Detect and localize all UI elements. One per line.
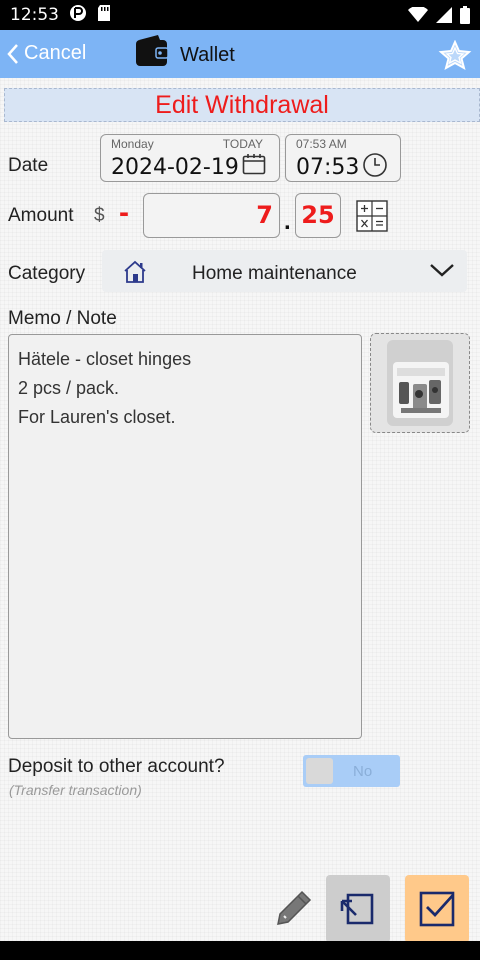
memo-line: Hätele - closet hinges: [18, 349, 192, 369]
favorite-star-button[interactable]: [438, 39, 472, 75]
toggle-knob: [306, 758, 333, 784]
clock-icon: [362, 152, 388, 183]
chevron-down-icon: [429, 262, 455, 283]
category-select[interactable]: Home maintenance: [102, 250, 467, 292]
memo-textarea[interactable]: Hätele - closet hinges 2 pcs / pack. For…: [8, 334, 362, 739]
calendar-icon: [242, 153, 266, 180]
calculator-icon: [356, 200, 388, 232]
signal-icon: [436, 7, 452, 28]
currency-symbol: $: [94, 205, 105, 226]
wallet-icon: [134, 34, 170, 73]
date-picker[interactable]: Monday TODAY 2024-02-19: [100, 134, 280, 182]
today-button[interactable]: TODAY: [223, 137, 263, 151]
weekday-label: Monday: [111, 137, 154, 151]
cancel-label: Cancel: [24, 42, 87, 64]
deposit-label: Deposit to other account?: [8, 756, 225, 777]
star-icon: [438, 39, 472, 71]
amount-decimal-input[interactable]: 25: [295, 193, 341, 238]
time-small-label: 07:53 AM: [296, 137, 347, 151]
calculator-button[interactable]: [356, 200, 388, 232]
status-bar: 12:53: [0, 0, 480, 30]
toggle-value: No: [353, 763, 373, 780]
sign-toggle[interactable]: -: [119, 196, 129, 230]
pencil-icon: [277, 890, 312, 925]
system-nav-bar: [0, 941, 480, 960]
edit-button[interactable]: [274, 888, 314, 933]
date-label: Date: [8, 155, 49, 176]
app-header: Cancel Wallet: [0, 30, 480, 78]
save-button[interactable]: [405, 875, 469, 943]
undo-icon: [340, 893, 374, 925]
transfer-sublabel: (Transfer transaction): [9, 782, 142, 798]
decimal-separator: .: [284, 208, 291, 235]
app-notification-icon: [69, 4, 87, 27]
sd-card-icon: [97, 4, 111, 27]
wifi-icon: [408, 5, 428, 28]
hinge-package-image: [371, 334, 469, 432]
house-icon: [122, 259, 148, 290]
deposit-toggle[interactable]: No: [303, 755, 400, 787]
battery-icon: [460, 6, 470, 29]
header-title: Wallet: [180, 44, 235, 66]
revert-button[interactable]: [326, 875, 390, 943]
time-picker[interactable]: 07:53 AM 07:53: [285, 134, 401, 182]
cancel-button[interactable]: Cancel: [6, 42, 86, 65]
category-label: Category: [8, 263, 86, 284]
status-time: 12:53: [10, 5, 59, 25]
checkbox-check-icon: [419, 891, 455, 927]
memo-label: Memo / Note: [8, 308, 117, 329]
amount-label: Amount: [8, 205, 74, 226]
memo-line: For Lauren's closet.: [18, 407, 176, 427]
amount-integer-input[interactable]: 7: [143, 193, 280, 238]
form-title: Edit Withdrawal: [4, 88, 480, 122]
date-value: 2024-02-19: [111, 155, 239, 180]
receipt-photo-thumbnail[interactable]: [370, 333, 470, 433]
memo-line: 2 pcs / pack.: [18, 378, 120, 398]
category-value: Home maintenance: [192, 263, 357, 284]
chevron-left-icon: [7, 43, 18, 64]
time-value: 07:53: [296, 155, 360, 180]
